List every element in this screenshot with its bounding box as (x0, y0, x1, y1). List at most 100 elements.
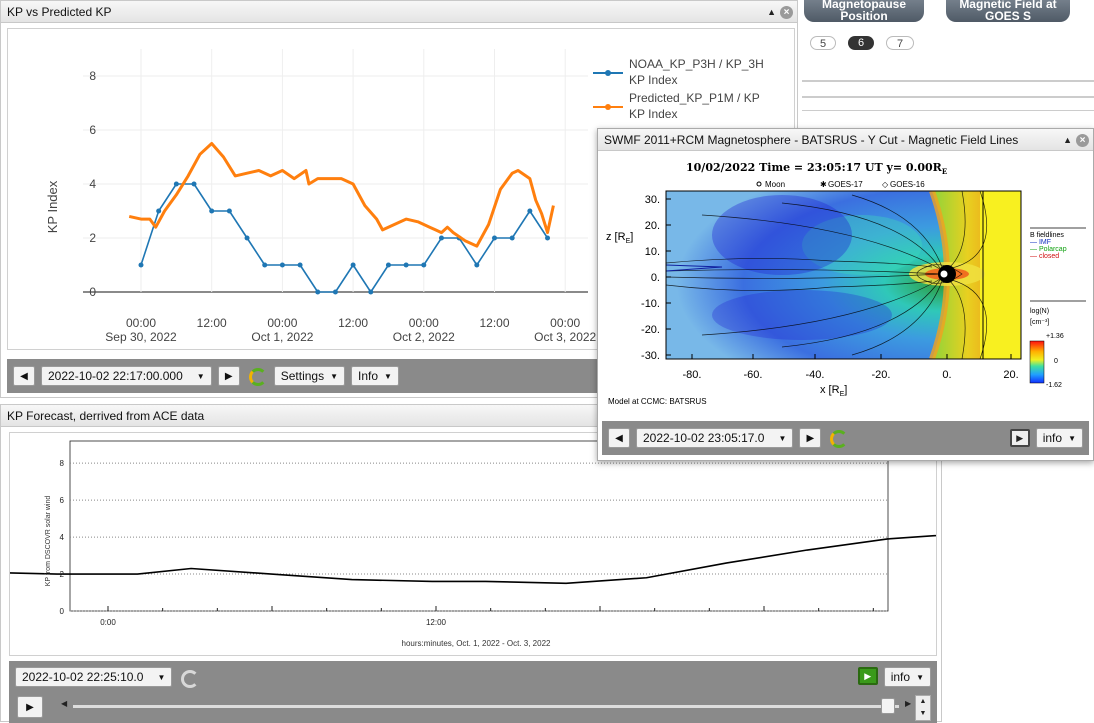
data-point (191, 181, 197, 187)
legend-series-1[interactable]: NOAA_KP_P3H / KP_3H (629, 57, 764, 71)
magnetic-field-goes-button[interactable]: Magnetic Field at GOES S (946, 0, 1070, 22)
data-point (527, 208, 533, 214)
data-point (226, 208, 232, 214)
divider (802, 110, 1094, 112)
info-button[interactable]: info ▼ (883, 667, 931, 687)
magneto-toolbar: ◀ 2022-10-02 23:05:17.0 ▼ ▶ ▶ info ▼ (602, 421, 1089, 455)
datetime-select[interactable]: 2022-10-02 22:25:10.0 ▼ (15, 667, 173, 687)
data-point (332, 289, 338, 295)
scroll-stepper[interactable]: ▲ ▼ (915, 695, 931, 721)
info-button[interactable]: info ▼ (1035, 428, 1083, 448)
z-tick-label: 10. (645, 246, 660, 258)
data-point (368, 289, 374, 295)
collapse-icon[interactable]: ▲ (1063, 129, 1072, 151)
divider (802, 80, 1094, 82)
chevron-down-icon: ▼ (1068, 433, 1076, 443)
y-tick-label: 6 (89, 123, 96, 137)
prev-time-button[interactable]: ◀ (608, 428, 630, 448)
page-7[interactable]: 7 (886, 36, 914, 50)
next-time-button[interactable]: ▶ (799, 428, 822, 448)
x-tick-label: -60. (744, 369, 763, 381)
slider-right-arrow[interactable]: ▶ (905, 699, 911, 708)
x-tick-label: 12:00 (338, 316, 368, 330)
y-tick-label: 2 (89, 231, 96, 245)
x-tick-label: 0. (942, 369, 951, 381)
goes17-star-icon: ✱ (820, 180, 827, 189)
y-tick-label: 8 (60, 459, 65, 468)
data-point (244, 235, 250, 241)
data-point (545, 235, 551, 241)
moon-label: Moon (765, 180, 785, 189)
x-tick-sublabel: Oct 2, 2022 (393, 330, 455, 344)
colorbar-unit: [cm⁻³] (1030, 319, 1049, 326)
legend-series-2[interactable]: Predicted_KP_P1M / KP (629, 91, 760, 105)
x-tick-label: 0:00 (100, 618, 116, 627)
chevron-down-icon: ▼ (384, 371, 392, 381)
prev-time-button[interactable]: ◀ (13, 366, 35, 386)
data-point (138, 262, 144, 268)
panel-title: SWMF 2011+RCM Magnetosphere - BATSRUS - … (604, 133, 1019, 147)
y-tick-label: 0 (60, 607, 65, 616)
y-tick-label: 0 (89, 285, 96, 299)
movie-icon[interactable]: ▶ (1009, 429, 1030, 447)
datetime-select[interactable]: 2022-10-02 23:05:17.0 ▼ (636, 428, 794, 448)
next-time-button[interactable]: ▶ (217, 366, 240, 386)
data-point (297, 262, 303, 268)
legend-series-1-unit: KP Index (629, 73, 677, 87)
fieldline-legend: B fieldlines — IMF — Polarcap — closed l… (1030, 227, 1086, 326)
y-tick-label: 8 (89, 69, 96, 83)
settings-button[interactable]: Settings ▼ (273, 366, 345, 386)
page-6[interactable]: 6 (848, 36, 874, 50)
panel-title: KP Forecast, derrived from ACE data (7, 409, 205, 423)
x-tick-label: -80. (683, 369, 702, 381)
magnetopause-position-button[interactable]: Magnetopause Position (804, 0, 924, 22)
page-5[interactable]: 5 (810, 36, 836, 50)
close-icon[interactable]: × (1076, 133, 1089, 147)
play-button[interactable]: ▶ (17, 696, 43, 718)
refresh-icon[interactable] (827, 427, 849, 449)
data-point (492, 235, 497, 241)
time-slider-track[interactable] (73, 705, 899, 708)
panel-title: KP vs Predicted KP (7, 5, 112, 19)
time-slider-handle[interactable] (881, 698, 895, 714)
data-point (209, 208, 215, 214)
datetime-select[interactable]: 2022-10-02 22:17:00.000 ▼ (41, 366, 212, 386)
chart-legend[interactable]: NOAA_KP_P3H / KP_3H KP Index Predicted_K… (593, 57, 764, 121)
x-axis-label: x [RE] (820, 384, 847, 398)
panel-title-bar[interactable]: SWMF 2011+RCM Magnetosphere - BATSRUS - … (598, 129, 1093, 151)
forecast-line (10, 534, 936, 585)
colorbar: +1.36 0 -1.62 (1029, 333, 1064, 389)
panel-title-bar[interactable]: KP vs Predicted KP ▲ × (1, 1, 797, 23)
x-axis-label: hours:minutes, Oct. 1, 2022 - Oct. 3, 20… (402, 639, 552, 648)
plot-header: 10/02/2022 Time = 23:05:17 UT y= 0.00RE (686, 161, 947, 176)
movie-icon[interactable]: ▶ (857, 667, 878, 685)
z-tick-label: -20. (641, 324, 660, 336)
chevron-down-icon: ▼ (157, 672, 166, 682)
x-tick-label: 00:00 (267, 316, 297, 330)
x-tick-label: -40. (806, 369, 825, 381)
legend-title: B fieldlines (1030, 232, 1064, 239)
x-tick-label: 20. (1003, 369, 1018, 381)
data-point (350, 262, 356, 268)
svg-text:-1.62: -1.62 (1046, 382, 1062, 389)
y-tick-label: 4 (89, 177, 96, 191)
data-point (403, 262, 409, 268)
slider-left-arrow[interactable]: ◀ (61, 699, 67, 708)
close-icon[interactable]: × (780, 5, 793, 19)
collapse-icon[interactable]: ▲ (767, 1, 776, 23)
button-line-2: Position (840, 9, 888, 23)
x-tick-label: 00:00 (409, 316, 439, 330)
info-button[interactable]: Info ▼ (351, 366, 399, 386)
chevron-down-icon: ▼ (916, 672, 924, 682)
x-tick-label: 00:00 (126, 316, 156, 330)
refresh-icon[interactable] (178, 667, 200, 689)
y-tick-label: 4 (60, 533, 65, 542)
magnetosphere-plot: 10/02/2022 Time = 23:05:17 UT y= 0.00RE … (602, 155, 1088, 411)
goes17-label: GOES-17 (828, 180, 863, 189)
x-tick-label: 00:00 (550, 316, 580, 330)
x-tick-label: 12:00 (197, 316, 227, 330)
divider (802, 96, 1094, 98)
refresh-icon[interactable] (246, 365, 268, 387)
z-tick-label: 20. (645, 220, 660, 232)
data-point (474, 262, 480, 268)
